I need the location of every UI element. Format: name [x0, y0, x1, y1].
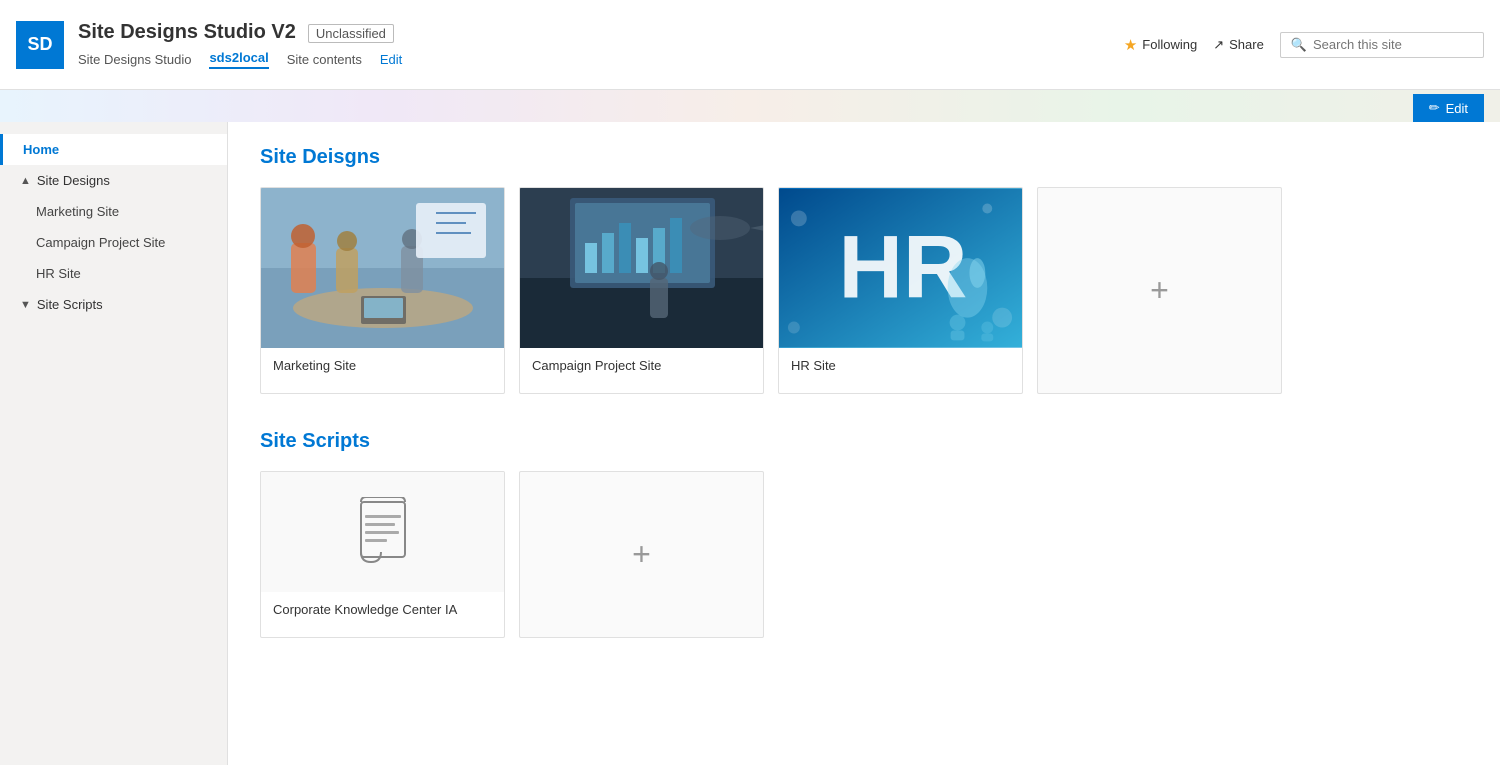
add-script-icon: + — [632, 536, 651, 573]
marketing-svg — [261, 188, 504, 348]
site-scripts-section-title: Site Scripts — [260, 430, 1468, 453]
script-icon — [353, 497, 413, 567]
following-label: Following — [1142, 37, 1197, 52]
campaign-image-bg — [520, 188, 763, 348]
hr-site-label: HR Site — [36, 266, 81, 281]
site-title: Site Designs Studio V2 — [78, 21, 296, 44]
corporate-knowledge-center-label: Corporate Knowledge Center IA — [261, 592, 504, 627]
nav-site-designs-studio[interactable]: Site Designs Studio — [78, 52, 191, 67]
campaign-project-site-label: Campaign Project Site — [36, 235, 165, 250]
share-button[interactable]: ↗ Share — [1213, 37, 1264, 53]
site-logo: SD — [16, 21, 64, 69]
layout: Home ▲ Site Designs Marketing Site Campa… — [0, 122, 1500, 765]
campaign-project-site-label: Campaign Project Site — [520, 348, 763, 383]
marketing-site-card[interactable]: Marketing Site — [260, 187, 505, 394]
nav-edit[interactable]: Edit — [380, 52, 402, 67]
top-bar: SD Site Designs Studio V2 Unclassified S… — [0, 0, 1500, 90]
marketing-site-image — [261, 188, 504, 348]
sidebar-item-site-scripts[interactable]: ▼ Site Scripts — [0, 289, 227, 320]
sidebar-item-home[interactable]: Home — [0, 134, 227, 165]
add-design-card[interactable]: + — [1037, 187, 1282, 394]
add-design-icon: + — [1150, 272, 1169, 309]
marketing-image-bg — [261, 188, 504, 348]
site-tag: Unclassified — [308, 24, 394, 43]
site-designs-grid: Marketing Site — [260, 187, 1468, 394]
sidebar-item-site-designs[interactable]: ▲ Site Designs — [0, 165, 227, 196]
site-designs-section-title: Site Deisgns — [260, 146, 1468, 169]
campaign-site-image — [520, 188, 763, 348]
share-label: Share — [1229, 37, 1264, 52]
sidebar-item-marketing-site[interactable]: Marketing Site — [0, 196, 227, 227]
corporate-knowledge-center-card[interactable]: Corporate Knowledge Center IA — [260, 471, 505, 638]
marketing-site-label: Marketing Site — [36, 204, 119, 219]
marketing-site-label: Marketing Site — [261, 348, 504, 383]
following-button[interactable]: ★ Following — [1124, 36, 1197, 54]
share-icon: ↗ — [1213, 37, 1224, 53]
toggle-site-designs: ▲ — [20, 175, 31, 187]
site-nav: Site Designs Studio sds2local Site conte… — [78, 50, 402, 69]
campaign-project-site-card[interactable]: Campaign Project Site — [519, 187, 764, 394]
sidebar-item-hr-site[interactable]: HR Site — [0, 258, 227, 289]
sidebar: Home ▲ Site Designs Marketing Site Campa… — [0, 122, 228, 765]
nav-sds2local[interactable]: sds2local — [209, 50, 268, 69]
hr-svg: HR — [779, 188, 1022, 348]
home-label: Home — [23, 142, 59, 157]
hr-site-image: HR — [779, 188, 1022, 348]
sidebar-item-campaign-project-site[interactable]: Campaign Project Site — [0, 227, 227, 258]
pencil-icon: ✏ — [1429, 100, 1440, 116]
search-input[interactable] — [1313, 37, 1473, 52]
search-icon: 🔍 — [1291, 37, 1307, 53]
campaign-svg — [520, 188, 763, 348]
toggle-site-scripts: ▼ — [20, 299, 31, 311]
main-content: Site Deisgns — [228, 122, 1500, 765]
accent-bar: ✏ Edit — [0, 90, 1500, 122]
site-title-area: Site Designs Studio V2 Unclassified Site… — [78, 21, 402, 69]
nav-site-contents[interactable]: Site contents — [287, 52, 362, 67]
add-script-card[interactable]: + — [519, 471, 764, 638]
script-card-image — [261, 472, 504, 592]
hr-image-bg: HR — [779, 188, 1022, 348]
edit-bar-label: Edit — [1446, 101, 1468, 116]
star-icon: ★ — [1124, 36, 1137, 54]
site-designs-label: Site Designs — [37, 173, 110, 188]
site-scripts-label: Site Scripts — [37, 297, 103, 312]
top-right-area: ★ Following ↗ Share 🔍 — [1124, 32, 1484, 58]
hr-site-label: HR Site — [779, 348, 1022, 383]
svg-text:HR: HR — [839, 217, 968, 317]
edit-bar-button[interactable]: ✏ Edit — [1413, 94, 1484, 122]
hr-site-card[interactable]: HR — [778, 187, 1023, 394]
search-box: 🔍 — [1280, 32, 1484, 58]
site-scripts-grid: Corporate Knowledge Center IA + — [260, 471, 1468, 638]
